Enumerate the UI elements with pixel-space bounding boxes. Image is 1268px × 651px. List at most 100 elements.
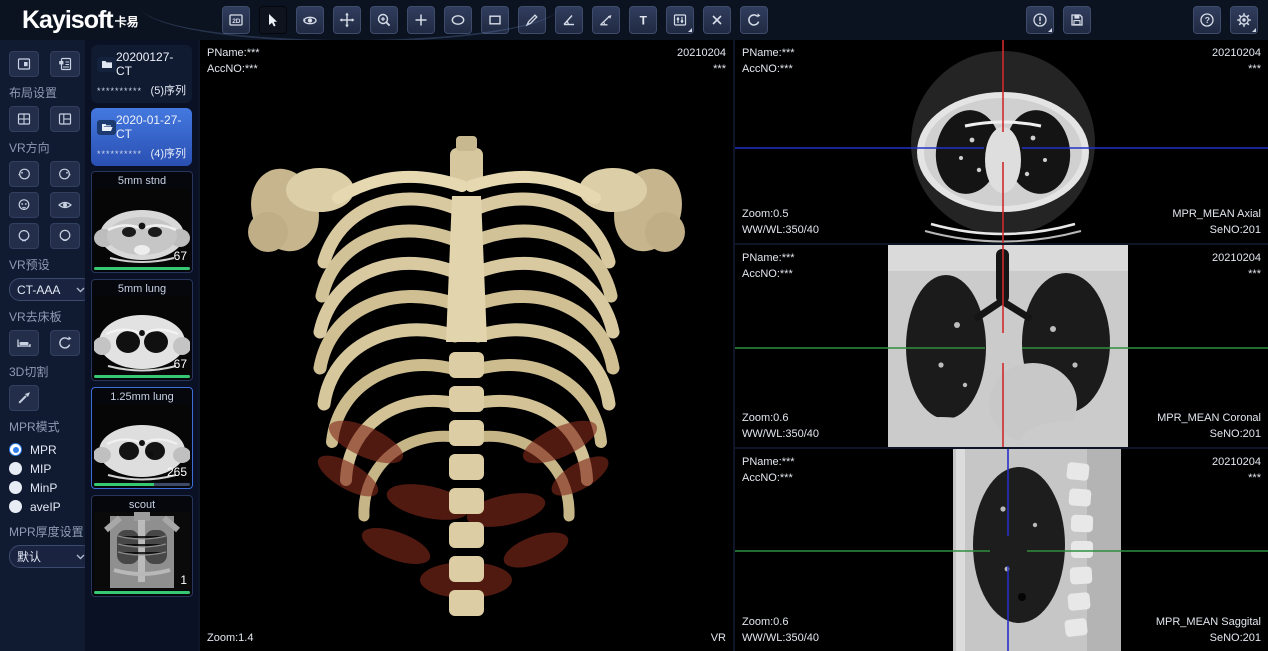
load-progress-track bbox=[94, 591, 190, 594]
rotate-3d-button[interactable] bbox=[296, 6, 324, 34]
mpr-thickness-select[interactable]: 默认 bbox=[9, 545, 93, 568]
cobb-angle-icon bbox=[598, 12, 614, 28]
head-back-icon bbox=[16, 228, 32, 244]
mpr-mode-option-mpr[interactable]: MPR bbox=[9, 440, 85, 459]
mpr-overlay-bottom-left: Zoom:0.6 WW/WL:350/40 bbox=[742, 410, 819, 442]
accession-number: AccNO:*** bbox=[742, 266, 795, 282]
mpr-mode-option-minp[interactable]: MinP bbox=[9, 478, 85, 497]
masked-value: *** bbox=[677, 61, 726, 77]
vr-head-left-button[interactable] bbox=[9, 161, 39, 187]
svg-text:2D: 2D bbox=[232, 18, 241, 25]
angle-icon bbox=[561, 12, 577, 28]
image-count: 67 bbox=[174, 249, 187, 263]
image-count: 1 bbox=[180, 573, 187, 587]
load-progress-fill bbox=[94, 591, 190, 594]
vr-head-right-button[interactable] bbox=[50, 161, 80, 187]
cursor-icon bbox=[265, 12, 281, 28]
delete-annotation-button[interactable] bbox=[703, 6, 731, 34]
mpr-mode-option-label: aveIP bbox=[30, 500, 61, 514]
mpr-overlay-bottom-left: Zoom:0.5 WW/WL:350/40 bbox=[742, 206, 819, 238]
cursor-button[interactable] bbox=[259, 6, 287, 34]
reset-icon bbox=[57, 335, 73, 351]
app-logo-cn: 卡易 bbox=[115, 15, 139, 29]
mpr-coronal-viewport[interactable]: PName:*** AccNO:*** 20210204 *** Zoom:0.… bbox=[735, 243, 1268, 447]
app-logo: Kayisoft卡易 bbox=[0, 6, 200, 35]
head-left-icon bbox=[16, 166, 32, 182]
head-front-icon bbox=[16, 197, 32, 213]
radio-checked-icon bbox=[9, 443, 22, 456]
image-count: 265 bbox=[167, 465, 187, 479]
reconstruction-mode: MPR_MEAN Coronal bbox=[1157, 410, 1261, 426]
vr-head-top-button[interactable] bbox=[50, 223, 80, 249]
crosshair-button[interactable] bbox=[407, 6, 435, 34]
reset-view-button[interactable] bbox=[740, 6, 768, 34]
mpr-mode-option-aveip[interactable]: aveIP bbox=[9, 497, 85, 516]
save-icon bbox=[1069, 12, 1085, 28]
window-level: WW/WL:350/40 bbox=[742, 426, 819, 442]
layout-single-button[interactable] bbox=[9, 51, 39, 77]
measure-button[interactable] bbox=[518, 6, 546, 34]
vr-viewport[interactable]: PName:*** AccNO:*** 20210204 *** Zoom:1.… bbox=[200, 40, 733, 651]
mpr-overlay-top-right: 20210204 *** bbox=[1212, 250, 1261, 282]
layout-custom-button[interactable] bbox=[50, 51, 80, 77]
layout-settings-label: 布局设置 bbox=[9, 84, 85, 101]
3d-cut-button[interactable] bbox=[9, 385, 39, 411]
study-item-2-selected[interactable]: 2020-01-27-CT ********** (4)序列 bbox=[91, 108, 192, 166]
zoom-factor: Zoom:0.6 bbox=[742, 410, 819, 426]
series-thumbnail-1-25mm-lung[interactable]: 1.25mm lung 265 bbox=[91, 387, 193, 489]
load-progress-track bbox=[94, 375, 190, 378]
angle-button[interactable] bbox=[555, 6, 583, 34]
mpr-mode-option-label: MIP bbox=[30, 462, 51, 476]
pan-button[interactable] bbox=[333, 6, 361, 34]
series-thumbnail-5mm-lung[interactable]: 5mm lung 67 bbox=[91, 279, 193, 381]
cobb-angle-button[interactable] bbox=[592, 6, 620, 34]
settings-button[interactable] bbox=[1230, 6, 1258, 34]
series-number: SeNO:201 bbox=[1157, 426, 1261, 442]
mpr-thickness-label: MPR厚度设置 bbox=[9, 523, 85, 540]
help-icon: ? bbox=[1199, 12, 1215, 28]
study-date: 20200127-CT bbox=[116, 50, 186, 78]
zoom-button[interactable] bbox=[370, 6, 398, 34]
text-annotation-button[interactable]: T bbox=[629, 6, 657, 34]
series-thumbnail-5mm-stnd[interactable]: 5mm stnd 67 bbox=[91, 171, 193, 273]
vr-overlay-top-right: 20210204 *** bbox=[677, 45, 726, 77]
zoom-factor: Zoom:0.5 bbox=[742, 206, 819, 222]
study-patient-masked: ********** bbox=[97, 149, 142, 159]
vr-eye-view-button[interactable] bbox=[50, 192, 80, 218]
study-item-1[interactable]: 20200127-CT ********** (5)序列 bbox=[91, 45, 192, 103]
info-button[interactable] bbox=[1026, 6, 1054, 34]
window-level-button[interactable] bbox=[666, 6, 694, 34]
ellipse-roi-button[interactable] bbox=[444, 6, 472, 34]
grid-2x2-icon bbox=[16, 111, 32, 127]
load-progress-fill bbox=[94, 375, 190, 378]
layout-split-1-2-button[interactable] bbox=[50, 106, 80, 132]
vr-direction-label: VR方向 bbox=[9, 139, 85, 156]
vr-preset-value: CT-AAA bbox=[17, 283, 60, 297]
svg-text:T: T bbox=[640, 13, 648, 27]
dropdown-corner-mark bbox=[1252, 28, 1256, 32]
help-button[interactable]: ? bbox=[1193, 6, 1221, 34]
masked-value: *** bbox=[1212, 470, 1261, 486]
series-title: scout bbox=[94, 498, 190, 512]
svg-text:?: ? bbox=[1205, 15, 1210, 25]
restore-bed-button[interactable] bbox=[50, 330, 80, 356]
rectangle-roi-button[interactable] bbox=[481, 6, 509, 34]
top-toolbar: Kayisoft卡易 2D bbox=[0, 0, 1268, 40]
patient-name: PName:*** bbox=[742, 454, 795, 470]
load-progress-track bbox=[94, 267, 190, 270]
left-sidebar: 布局设置 VR方向 bbox=[0, 40, 85, 651]
save-button[interactable] bbox=[1063, 6, 1091, 34]
remove-bed-button[interactable] bbox=[9, 330, 39, 356]
vr-head-front-button[interactable] bbox=[9, 192, 39, 218]
series-thumbnail-scout[interactable]: scout 1 bbox=[91, 495, 193, 597]
mpr-mode-option-mip[interactable]: MIP bbox=[9, 459, 85, 478]
patient-name: PName:*** bbox=[742, 45, 795, 61]
vr-preset-select[interactable]: CT-AAA bbox=[9, 278, 93, 301]
layout-grid-2x2-button[interactable] bbox=[9, 106, 39, 132]
2d-layout-button[interactable]: 2D bbox=[222, 6, 250, 34]
vr-head-back-button[interactable] bbox=[9, 223, 39, 249]
radio-icon bbox=[9, 481, 22, 494]
mpr-axial-viewport[interactable]: PName:*** AccNO:*** 20210204 *** Zoom:0.… bbox=[735, 40, 1268, 243]
patient-name: PName:*** bbox=[207, 45, 260, 61]
mpr-sagittal-viewport[interactable]: PName:*** AccNO:*** 20210204 *** Zoom:0.… bbox=[735, 447, 1268, 651]
